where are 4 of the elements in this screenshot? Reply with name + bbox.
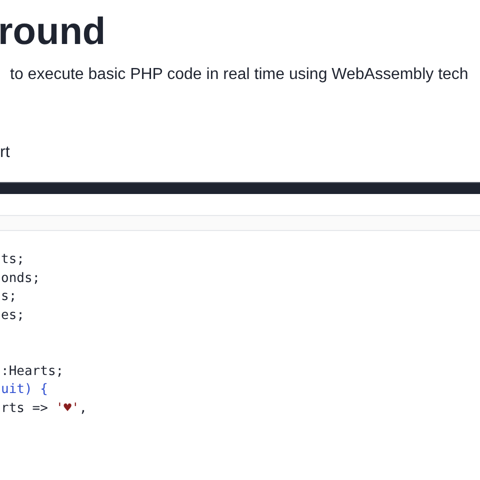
code-editor[interactable]: ts; onds; s; es; :Hearts; uit) { rts => '♥',	[0, 231, 480, 418]
description: to execute basic PHP code in real time using WebAssembly tech	[10, 65, 470, 85]
start-link[interactable]: rt	[0, 142, 10, 164]
page-title: round	[0, 10, 107, 54]
